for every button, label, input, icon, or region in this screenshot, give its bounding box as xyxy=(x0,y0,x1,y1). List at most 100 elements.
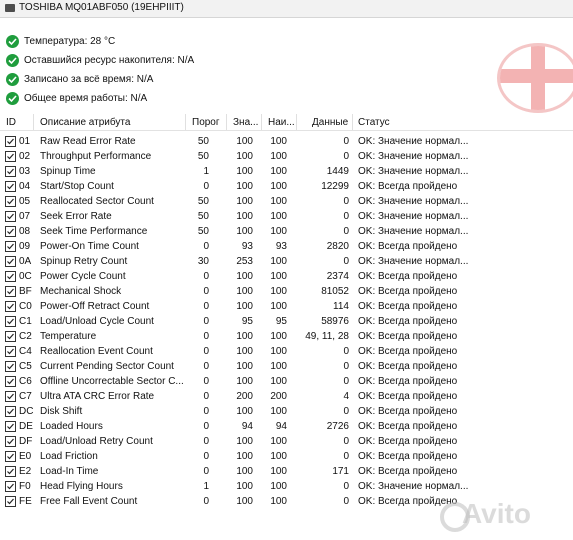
table-row[interactable]: C4 Reallocation Event Count 0 100 100 0 OK: Вс… xyxy=(0,344,573,359)
cell-id: BF xyxy=(19,286,32,297)
cell-id: 01 xyxy=(19,136,31,147)
cell-id: 0C xyxy=(19,271,32,282)
cell-threshold: 0 xyxy=(203,496,209,507)
cell-threshold: 0 xyxy=(203,271,209,282)
cell-status: OK: Значение нормал... xyxy=(358,166,469,177)
row-checkbox[interactable] xyxy=(5,211,16,222)
ok-check-icon xyxy=(6,92,19,105)
table-header: ID Описание атрибута Порог Зна... Наи...… xyxy=(0,114,573,131)
cell-status: OK: Всегда пройдено xyxy=(358,451,458,462)
row-checkbox[interactable] xyxy=(5,181,16,192)
column-header-threshold[interactable]: Порог xyxy=(192,117,220,128)
cell-id: F0 xyxy=(19,481,31,492)
row-checkbox[interactable] xyxy=(5,451,16,462)
cell-status: OK: Всегда пройдено xyxy=(358,436,458,447)
row-checkbox[interactable] xyxy=(5,226,16,237)
cell-data: 0 xyxy=(343,226,349,237)
cell-id: 08 xyxy=(19,226,31,237)
cell-data: 49, 11, 28 xyxy=(305,331,349,342)
cell-description: Throughput Performance xyxy=(40,151,152,162)
cell-description: Spinup Time xyxy=(40,166,96,177)
cell-id: DE xyxy=(19,421,33,432)
table-row[interactable]: C7 Ultra ATA CRC Error Rate 0 200 200 4 OK: Вс… xyxy=(0,389,573,404)
table-row[interactable]: 01 Raw Read Error Rate 50 100 100 0 OK: Значен… xyxy=(0,134,573,149)
column-header-worst[interactable]: Наи... xyxy=(268,117,295,128)
ok-check-icon xyxy=(6,73,19,86)
row-checkbox[interactable] xyxy=(5,421,16,432)
cell-status: OK: Всегда пройдено xyxy=(358,406,458,417)
table-row[interactable]: DE Loaded Hours 0 94 94 2726 OK: Всегда пройде… xyxy=(0,419,573,434)
cell-description: Start/Stop Count xyxy=(40,181,114,192)
cell-description: Ultra ATA CRC Error Rate xyxy=(40,391,155,402)
table-row[interactable]: C0 Power-Off Retract Count 0 100 100 114 OK: В… xyxy=(0,299,573,314)
table-row[interactable]: 03 Spinup Time 1 100 100 1449 OK: Значение нор… xyxy=(0,164,573,179)
cell-id: E0 xyxy=(19,451,32,462)
cell-data: 0 xyxy=(343,346,349,357)
table-row[interactable]: 02 Throughput Performance 50 100 100 0 OK: Зна… xyxy=(0,149,573,164)
row-checkbox[interactable] xyxy=(5,376,16,387)
row-checkbox[interactable] xyxy=(5,286,16,297)
cell-threshold: 0 xyxy=(203,451,209,462)
table-row[interactable]: E2 Load-In Time 0 100 100 171 OK: Всегда пройд… xyxy=(0,464,573,479)
table-row[interactable]: 08 Seek Time Performance 50 100 100 0 OK: Знач… xyxy=(0,224,573,239)
cell-id: 0A xyxy=(19,256,32,267)
row-checkbox[interactable] xyxy=(5,166,16,177)
cell-description: Load/Unload Retry Count xyxy=(40,436,153,447)
cell-data: 4 xyxy=(343,391,349,402)
row-checkbox[interactable] xyxy=(5,331,16,342)
cell-description: Offline Uncorrectable Sector C... xyxy=(40,376,184,387)
table-row[interactable]: 05 Reallocated Sector Count 50 100 100 0 OK: З… xyxy=(0,194,573,209)
table-row[interactable]: E0 Load Friction 0 100 100 0 OK: Всегда пройде… xyxy=(0,449,573,464)
cell-data: 0 xyxy=(343,196,349,207)
column-header-value[interactable]: Зна... xyxy=(233,117,258,128)
table-row[interactable]: C6 Offline Uncorrectable Sector C... 0 100 1… xyxy=(0,374,573,389)
row-checkbox[interactable] xyxy=(5,196,16,207)
cell-status: OK: Всегда пройдено xyxy=(358,316,458,327)
table-row[interactable]: 04 Start/Stop Count 0 100 100 12299 OK: Всегда… xyxy=(0,179,573,194)
table-row[interactable]: C1 Load/Unload Cycle Count 0 95 95 58976 OK: В… xyxy=(0,314,573,329)
row-checkbox[interactable] xyxy=(5,436,16,447)
table-row[interactable]: DF Load/Unload Retry Count 0 100 100 0 OK: Все… xyxy=(0,434,573,449)
cell-id: 09 xyxy=(19,241,31,252)
row-checkbox[interactable] xyxy=(5,316,16,327)
table-row[interactable]: 09 Power-On Time Count 0 93 93 2820 OK: Всегда… xyxy=(0,239,573,254)
cell-id: FE xyxy=(19,496,32,507)
row-checkbox[interactable] xyxy=(5,481,16,492)
cell-data: 81052 xyxy=(321,286,349,297)
cell-status: OK: Значение нормал... xyxy=(358,226,469,237)
ok-check-icon xyxy=(6,54,19,67)
cell-threshold: 1 xyxy=(203,166,209,177)
table-row[interactable]: BF Mechanical Shock 0 100 100 81052 OK: Всегда… xyxy=(0,284,573,299)
row-checkbox[interactable] xyxy=(5,136,16,147)
cell-description: Disk Shift xyxy=(40,406,83,417)
table-row[interactable]: 0A Spinup Retry Count 30 253 100 0 OK: Значени… xyxy=(0,254,573,269)
column-header-id[interactable]: ID xyxy=(6,117,16,128)
cell-id: E2 xyxy=(19,466,32,477)
table-row[interactable]: DC Disk Shift 0 100 100 0 OK: Всегда пройдено xyxy=(0,404,573,419)
table-row[interactable]: 0C Power Cycle Count 0 100 100 2374 OK: Всегда… xyxy=(0,269,573,284)
cell-status: OK: Всегда пройдено xyxy=(358,181,458,192)
cell-threshold: 0 xyxy=(203,406,209,417)
row-checkbox[interactable] xyxy=(5,466,16,477)
row-checkbox[interactable] xyxy=(5,496,16,507)
cell-id: DC xyxy=(19,406,34,417)
row-checkbox[interactable] xyxy=(5,346,16,357)
row-checkbox[interactable] xyxy=(5,241,16,252)
row-checkbox[interactable] xyxy=(5,391,16,402)
table-row[interactable]: F0 Head Flying Hours 1 100 100 0 OK: Значение … xyxy=(0,479,573,494)
drive-icon xyxy=(5,4,15,12)
row-checkbox[interactable] xyxy=(5,151,16,162)
table-row[interactable]: C2 Temperature 0 100 100 49, 11, 28 OK: Всегда… xyxy=(0,329,573,344)
row-checkbox[interactable] xyxy=(5,256,16,267)
column-header-status[interactable]: Статус xyxy=(358,117,390,128)
column-header-description[interactable]: Описание атрибута xyxy=(40,117,130,128)
row-checkbox[interactable] xyxy=(5,271,16,282)
table-row[interactable]: 07 Seek Error Rate 50 100 100 0 OK: Значение н… xyxy=(0,209,573,224)
row-checkbox[interactable] xyxy=(5,406,16,417)
column-header-data[interactable]: Данные xyxy=(312,117,348,128)
row-checkbox[interactable] xyxy=(5,361,16,372)
row-checkbox[interactable] xyxy=(5,301,16,312)
table-row[interactable]: C5 Current Pending Sector Count 0 100 100 0 OK… xyxy=(0,359,573,374)
cell-id: 04 xyxy=(19,181,31,192)
info-label: Температура: 28 °C xyxy=(24,36,116,47)
